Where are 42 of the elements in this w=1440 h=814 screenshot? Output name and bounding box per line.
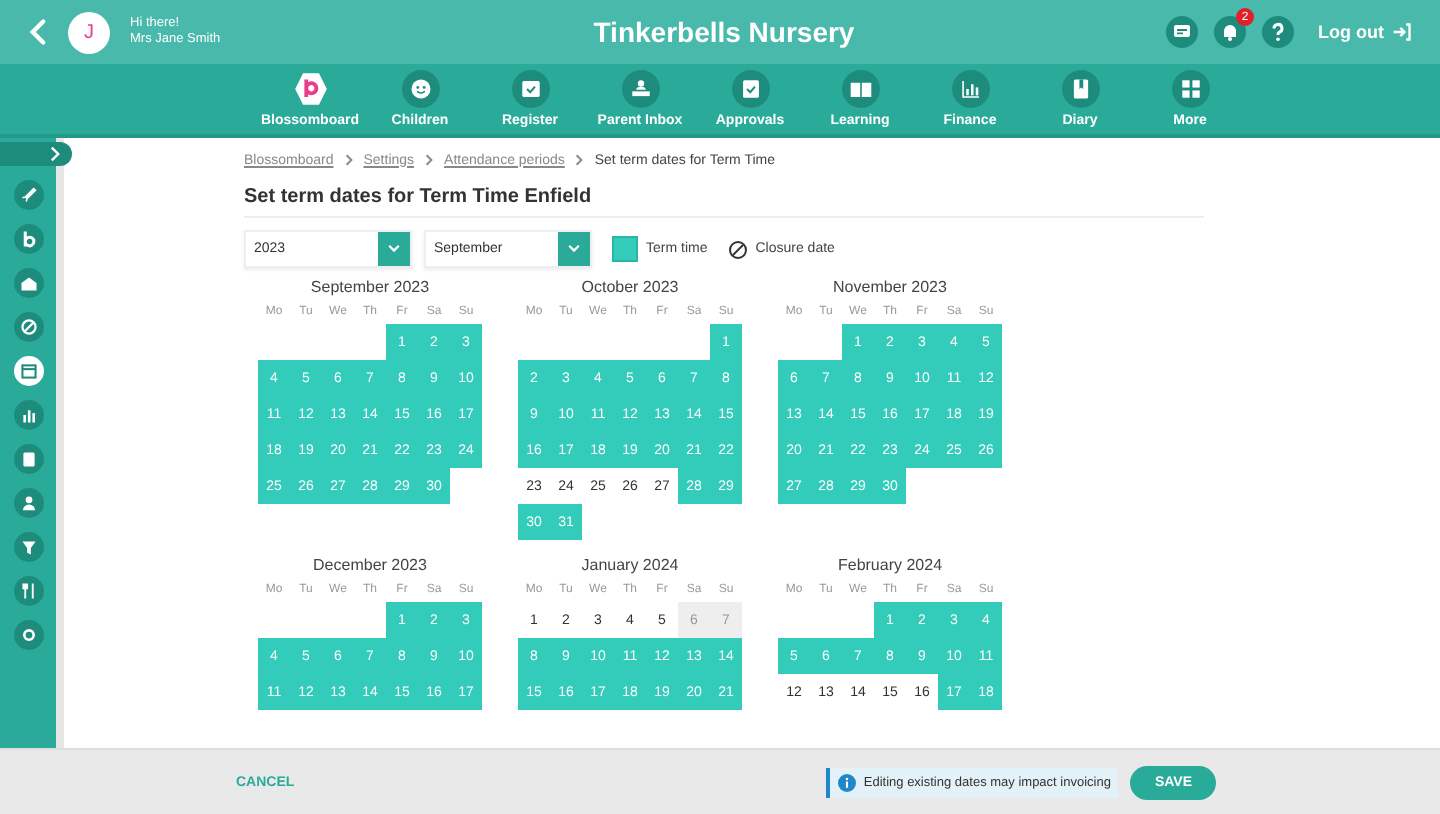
smiley-face-icon[interactable] [401,70,439,108]
bar-chart-icon[interactable] [951,70,989,108]
calendar-check-icon[interactable] [511,70,549,108]
month-title: December 2023 [313,554,427,578]
month-title: January 2024 [581,554,679,578]
logout-icon[interactable] [1391,22,1412,42]
chevron-down-icon[interactable] [386,244,402,254]
chevron-down-icon[interactable] [566,244,582,254]
avatar[interactable]: J [68,11,110,53]
logout-button[interactable]: Log out [1309,22,1420,42]
chat-icon[interactable] [1165,16,1198,48]
person-icon[interactable] [13,488,43,518]
book-icon[interactable] [1061,70,1099,108]
letter-b-icon[interactable] [13,224,43,254]
bar-chart-icon[interactable] [13,400,43,430]
chevron-icon [574,152,585,168]
term-time-swatch [612,236,638,262]
chevron-right-icon[interactable] [50,146,60,162]
logo[interactable] [291,70,329,108]
filter-icon[interactable] [13,532,43,562]
house-icon[interactable] [13,268,43,298]
clipboard-check-icon[interactable] [731,70,769,108]
slash-circle-icon [727,239,748,259]
chevron-icon [424,152,435,168]
cutlery-icon[interactable] [13,576,43,606]
info-icon [837,773,856,791]
month-title: October 2023 [581,276,679,300]
person-tray-icon[interactable] [621,70,659,108]
back-icon[interactable] [28,18,48,46]
month-title: November 2023 [833,276,947,300]
grid-icon[interactable] [1171,70,1209,108]
expand-tab[interactable] [0,142,72,166]
chevron-icon [343,152,354,168]
open-book-icon[interactable] [841,70,879,108]
help-icon[interactable] [1261,16,1294,48]
app-title: Tinkerbells Nursery [593,16,855,48]
month-title: September 2023 [310,276,430,300]
bell-icon[interactable] [1213,16,1246,48]
page-heading: Set term dates for Term Time Enfield [244,186,594,210]
slash-circle-icon[interactable] [13,312,43,342]
month-title: February 2024 [837,554,943,578]
calendar-icon[interactable] [13,356,43,386]
